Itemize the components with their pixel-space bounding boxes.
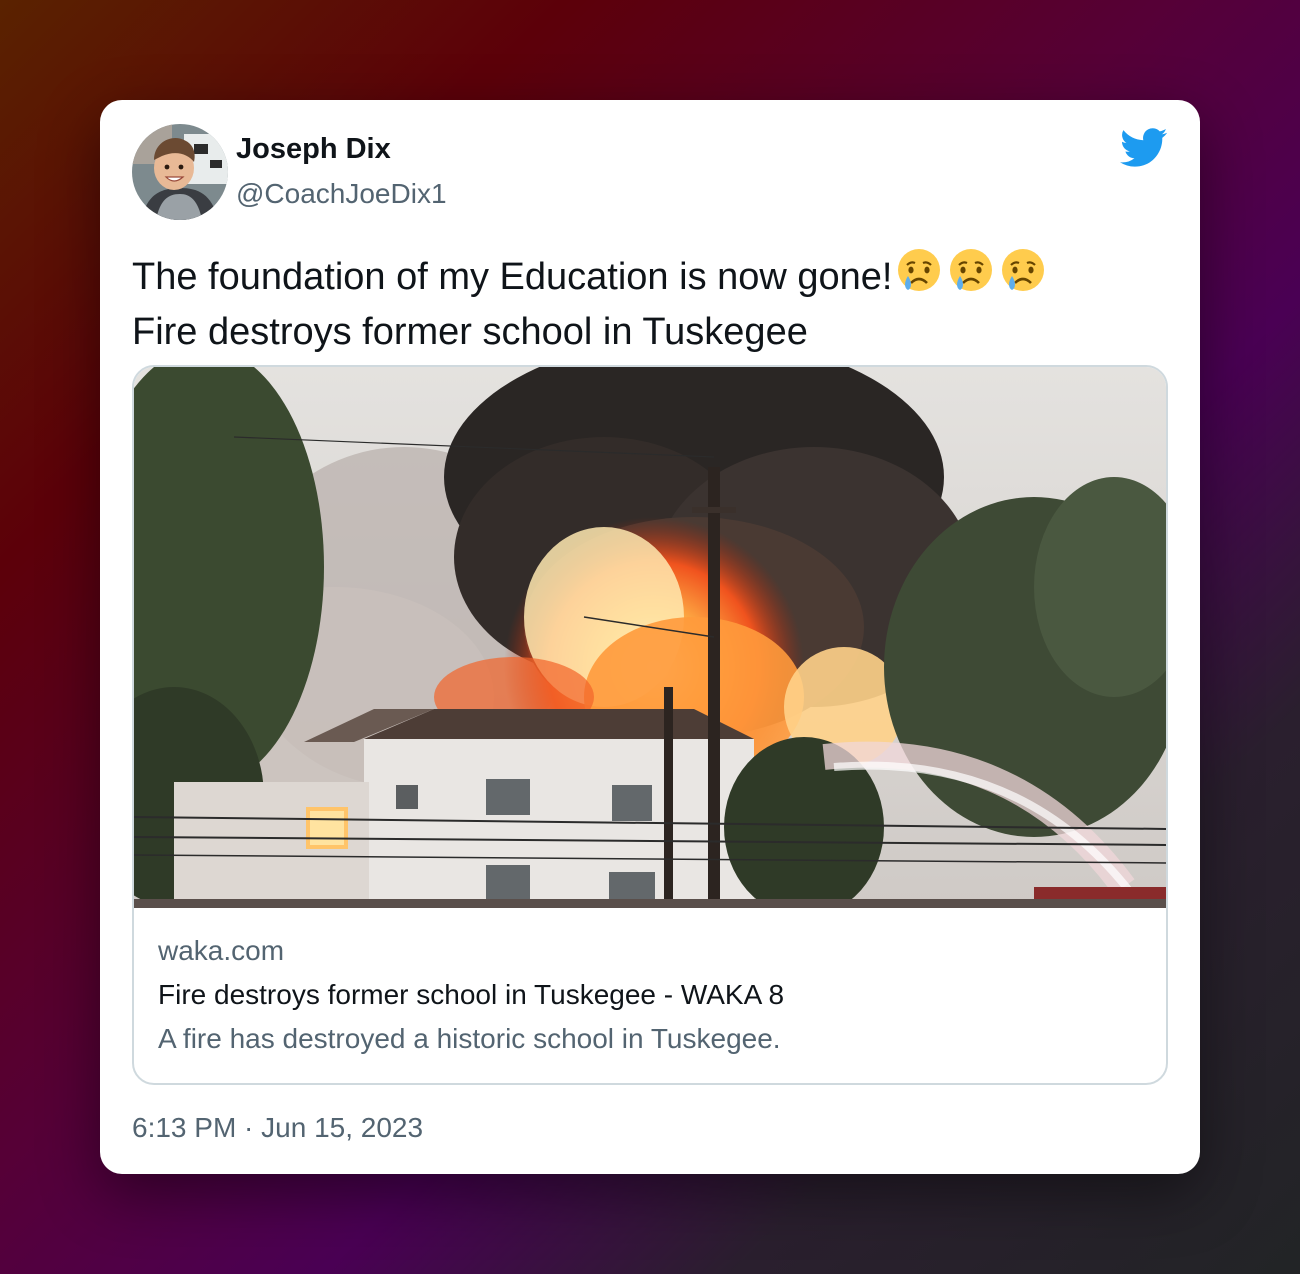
tweet-timestamp[interactable]: 6:13 PM · Jun 15, 2023 — [132, 1112, 423, 1144]
tweet-text: The foundation of my Education is now go… — [132, 246, 1172, 356]
author-name[interactable]: Joseph Dix — [236, 133, 391, 166]
link-title[interactable]: Fire destroys former school in Tuskegee … — [158, 979, 784, 1011]
link-description: A fire has destroyed a historic school i… — [158, 1023, 781, 1054]
link-preview-card[interactable]: waka.com Fire destroys former school in … — [132, 365, 1168, 1085]
avatar[interactable] — [132, 124, 228, 220]
crying-face-emoji — [998, 246, 1048, 308]
link-preview-image[interactable] — [134, 367, 1166, 908]
author-handle[interactable]: @CoachJoeDix1 — [236, 178, 447, 210]
tweet-card: Joseph Dix @CoachJoeDix1 The foundation … — [100, 100, 1200, 1174]
tweet-line-1: The foundation of my Education is now go… — [132, 256, 893, 298]
twitter-bird-icon[interactable] — [1120, 128, 1168, 168]
crying-face-emoji — [894, 246, 944, 308]
crying-face-emoji — [946, 246, 996, 308]
tweet-line-2: Fire destroys former school in Tuskegee — [132, 311, 808, 353]
link-domain: waka.com — [158, 935, 285, 966]
